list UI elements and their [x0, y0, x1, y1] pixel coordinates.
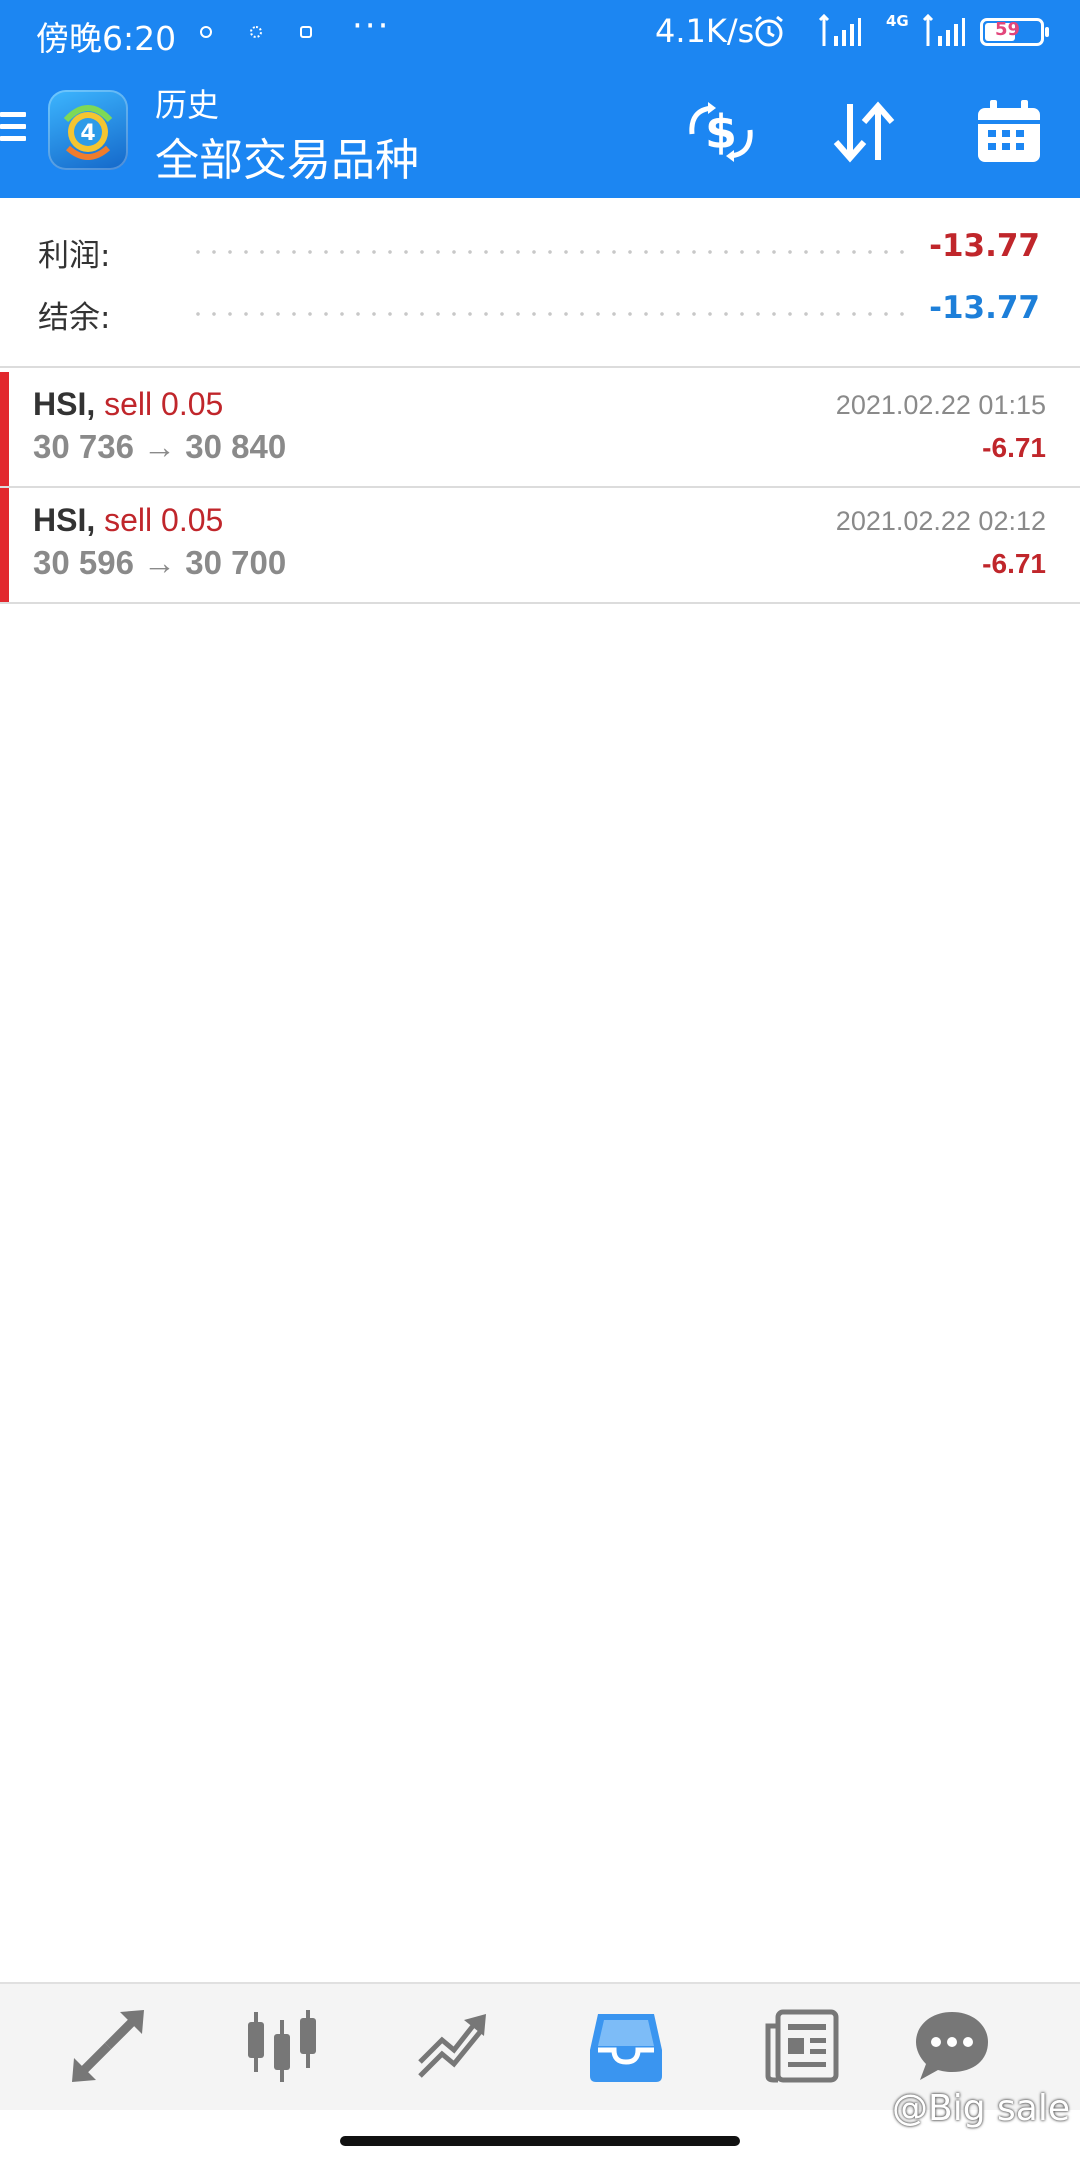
arrow-icon: → — [143, 428, 177, 465]
symbol-name: HSI, — [33, 386, 96, 422]
deal-prices: 30 596 → 30 700 — [33, 544, 286, 582]
news-icon[interactable] — [762, 2006, 842, 2086]
battery-icon: 59 — [980, 18, 1049, 46]
currency-exchange-icon[interactable]: $ — [684, 100, 758, 164]
symbol-name: HSI, — [33, 502, 96, 538]
deal-side: sell 0.05 — [104, 502, 224, 538]
close-price: 30 840 — [185, 428, 287, 465]
summary-profit-row: 利润: -13.77 — [0, 224, 1080, 282]
open-price: 30 736 — [33, 428, 134, 465]
notification-app-icon — [300, 26, 312, 38]
battery-level: 59 — [995, 19, 1021, 40]
home-indicator[interactable] — [340, 2136, 740, 2146]
deal-time: 2021.02.22 01:15 — [835, 390, 1046, 420]
app-logo[interactable]: 4 — [48, 90, 128, 170]
deal-symbol: HSI, sell 0.05 — [33, 502, 223, 539]
chart-icon[interactable] — [242, 2006, 322, 2086]
summary-divider — [0, 366, 1080, 368]
balance-label: 结余: — [38, 300, 111, 336]
status-bar: 傍晚6:20 ··· 4.1K/s 4G 59 — [0, 0, 1080, 64]
section-title: 历史 — [155, 86, 220, 124]
status-time: 傍晚6:20 — [36, 19, 177, 58]
close-price: 30 700 — [185, 544, 287, 581]
chat-icon[interactable] — [912, 2006, 992, 2086]
arrow-icon: → — [143, 544, 177, 581]
svg-text:$: $ — [705, 105, 737, 159]
network-speed: 4.1K/s — [655, 12, 755, 50]
notification-sun-icon — [250, 26, 262, 38]
row-divider — [0, 602, 1080, 604]
menu-icon[interactable] — [0, 112, 26, 146]
watermark: @Big sale — [892, 2088, 1070, 2129]
trade-icon[interactable] — [414, 2006, 494, 2086]
more-notifications-icon: ··· — [352, 6, 391, 46]
profit-value: -13.77 — [929, 228, 1040, 264]
symbol-filter[interactable]: 全部交易品种 — [155, 124, 419, 188]
signal-icon — [818, 13, 861, 46]
deal-prices: 30 736 → 30 840 — [33, 428, 286, 466]
app-bar: 4 历史 全部交易品种 $ — [0, 64, 1080, 198]
quotes-icon[interactable] — [68, 2006, 148, 2086]
deal-side: sell 0.05 — [104, 386, 224, 422]
sort-icon[interactable] — [826, 100, 900, 164]
deal-row[interactable]: HSI, sell 0.05 30 736 → 30 840 2021.02.2… — [0, 372, 1080, 488]
deal-profit: -6.71 — [982, 548, 1046, 579]
sell-indicator — [0, 488, 9, 602]
deal-time: 2021.02.22 02:12 — [835, 506, 1046, 536]
deal-symbol: HSI, sell 0.05 — [33, 386, 223, 423]
balance-value: -13.77 — [929, 290, 1040, 326]
sell-indicator — [0, 372, 9, 486]
svg-text:4: 4 — [80, 121, 95, 146]
deal-profit: -6.71 — [982, 432, 1046, 463]
notification-dot-icon — [200, 26, 212, 38]
profit-label: 利润: — [38, 238, 111, 274]
deal-row[interactable]: HSI, sell 0.05 30 596 → 30 700 2021.02.2… — [0, 488, 1080, 604]
history-icon[interactable] — [586, 2006, 666, 2086]
dotted-leader — [190, 250, 910, 254]
open-price: 30 596 — [33, 544, 134, 581]
signal-icon-2 — [922, 13, 965, 46]
alarm-icon — [755, 15, 783, 47]
network-type: 4G — [886, 12, 909, 30]
dotted-leader — [190, 312, 910, 316]
summary-balance-row: 结余: -13.77 — [0, 286, 1080, 344]
calendar-icon[interactable] — [972, 100, 1046, 164]
